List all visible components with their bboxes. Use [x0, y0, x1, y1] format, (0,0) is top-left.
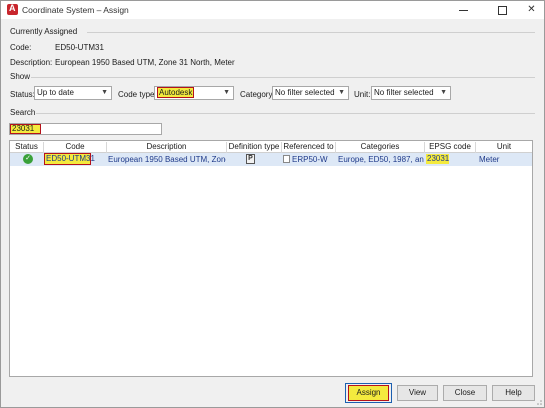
column-header-code[interactable]: Code — [44, 142, 107, 153]
unit-value: No filter selected — [374, 88, 434, 97]
column-header-unit[interactable]: Unit — [476, 142, 532, 153]
assign-dialog: Coordinate System – Assign ✕ Currently A… — [0, 0, 545, 408]
category-value: No filter selected — [275, 88, 335, 97]
projected-definition-icon: P — [246, 154, 255, 164]
section-divider — [36, 113, 535, 114]
status-filter-select[interactable]: Up to date ▼ — [34, 86, 112, 100]
description-label: Description: — [10, 58, 53, 67]
table-row[interactable]: ✓ ED50-UTM31 European 1950 Based UTM, Zo… — [10, 153, 532, 166]
category-label: Category: — [240, 90, 275, 99]
datum-icon — [283, 155, 290, 163]
show-heading: Show — [10, 72, 31, 81]
column-header-referenced-to[interactable]: Referenced to — [282, 142, 336, 153]
column-header-description[interactable]: Description — [107, 142, 227, 153]
status-filter-label: Status: — [10, 90, 35, 99]
section-divider — [31, 77, 535, 78]
column-header-epsg-code[interactable]: EPSG code — [425, 142, 476, 153]
category-select[interactable]: No filter selected ▼ — [272, 86, 349, 100]
coordinate-systems-table: Status Code Description Definition type … — [9, 140, 533, 377]
code-type-label: Code type: — [118, 90, 157, 99]
assigned-description-value: European 1950 Based UTM, Zone 31 North, … — [55, 58, 235, 67]
title-bar: Coordinate System – Assign ✕ — [1, 1, 544, 19]
autocad-logo-icon — [7, 3, 18, 15]
minimize-button[interactable] — [447, 1, 480, 19]
section-divider — [87, 32, 535, 33]
column-header-definition-type[interactable]: Definition type — [227, 142, 282, 153]
close-button[interactable]: Close — [443, 385, 487, 401]
view-button[interactable]: View — [397, 385, 438, 401]
code-label: Code: — [10, 43, 32, 52]
table-header: Status Code Description Definition type … — [10, 141, 532, 153]
close-window-button[interactable]: ✕ — [515, 1, 545, 19]
unit-label: Unit: — [354, 90, 371, 99]
resize-grip-icon[interactable] — [534, 397, 542, 405]
window-title: Coordinate System – Assign — [22, 5, 129, 15]
column-header-status[interactable]: Status — [10, 142, 44, 153]
status-filter-value: Up to date — [37, 88, 74, 97]
row-epsg-code: 23031 — [426, 154, 450, 164]
search-input-value: 23031 — [10, 124, 41, 134]
row-referenced-to: ERP50-W — [292, 155, 328, 164]
assign-button[interactable]: Assign — [348, 385, 389, 401]
search-input[interactable]: 23031 — [9, 123, 162, 135]
row-unit: Meter — [479, 155, 500, 164]
chevron-down-icon: ▼ — [440, 89, 447, 96]
code-type-select[interactable]: Autodesk ▼ — [154, 86, 234, 100]
status-ok-icon: ✓ — [23, 154, 33, 164]
row-description: European 1950 Based UTM, Zone... — [108, 155, 226, 164]
help-button[interactable]: Help — [492, 385, 535, 401]
chevron-down-icon: ▼ — [338, 89, 345, 96]
row-code: ED50-UTM31 — [44, 153, 95, 165]
chevron-down-icon: ▼ — [101, 89, 108, 96]
assigned-code-value: ED50-UTM31 — [55, 43, 104, 52]
search-heading: Search — [10, 108, 36, 117]
column-header-categories[interactable]: Categories — [336, 142, 425, 153]
currently-assigned-heading: Currently Assigned — [10, 27, 78, 36]
row-categories: Europe, ED50, 1987, and... — [338, 155, 424, 164]
unit-select[interactable]: No filter selected ▼ — [371, 86, 451, 100]
code-type-value: Autodesk — [157, 87, 195, 98]
chevron-down-icon: ▼ — [223, 89, 230, 96]
